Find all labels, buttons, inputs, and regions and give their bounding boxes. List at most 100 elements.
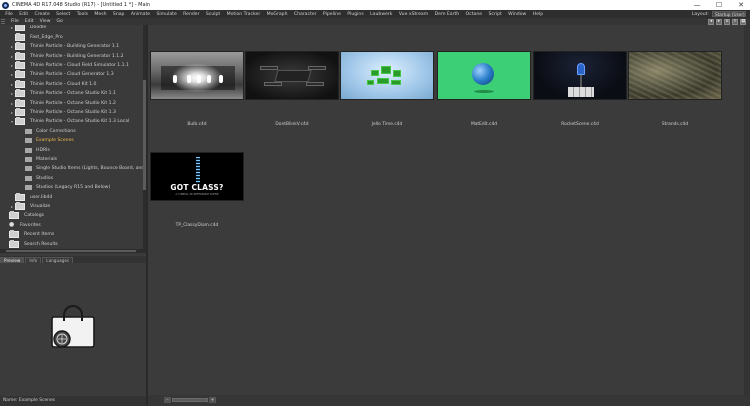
tree-item[interactable]: Catalogs bbox=[4, 211, 44, 220]
menu-sculpt[interactable]: Sculpt bbox=[203, 12, 224, 17]
folder-icon bbox=[15, 42, 25, 51]
menu-file[interactable]: File bbox=[2, 12, 16, 17]
tree-item[interactable]: user.lib4d bbox=[10, 192, 52, 201]
thumbnail-size-slider[interactable] bbox=[172, 398, 208, 402]
tree-item[interactable]: Fast_Edge_Pro bbox=[10, 32, 63, 41]
file-thumbnail[interactable]: Strands.c4d bbox=[628, 51, 722, 127]
tree-item-label: Thinie Particle - Building Generator 1.1 bbox=[30, 44, 120, 50]
tree-item[interactable]: ▸ Visualize bbox=[10, 201, 50, 211]
menu-mograph[interactable]: MoGraph bbox=[263, 12, 290, 17]
tree-item[interactable]: Color Corrections bbox=[20, 127, 76, 136]
tree-item-label: Thinie Particle - Octane Studio Kit 1.2 bbox=[30, 100, 116, 106]
browser-menu-view[interactable]: View bbox=[37, 19, 54, 24]
menu-animate[interactable]: Animate bbox=[128, 12, 154, 17]
menu-tools[interactable]: Tools bbox=[74, 12, 92, 17]
file-thumbnail[interactable]: RocketScene.c4d bbox=[533, 51, 627, 127]
file-thumbnail[interactable]: Bulb.c4d bbox=[150, 51, 244, 127]
menu-dem-earth[interactable]: Dem Earth bbox=[431, 12, 462, 17]
back-icon[interactable]: ◂ bbox=[708, 18, 714, 25]
window-title: CINEMA 4D R17.048 Studio (R17) - [Untitl… bbox=[12, 2, 151, 8]
file-thumbnail[interactable]: DontBlinkV.c4d bbox=[245, 51, 339, 127]
expand-arrow-icon[interactable]: ▸ bbox=[10, 204, 14, 209]
tree-item-label: Studios bbox=[36, 175, 54, 181]
file-thumbnail[interactable]: GOT CLASS? A CINEMA 4D REFERENCE SCENE TP_… bbox=[150, 152, 244, 228]
grass-thumbnail-image bbox=[340, 51, 434, 100]
file-name-label: DontBlinkV.c4d bbox=[275, 122, 309, 127]
file-thumbnail[interactable]: MatEdit.c4d bbox=[437, 51, 531, 127]
file-thumbnail[interactable]: Jello Time.c4d bbox=[340, 51, 434, 127]
folder-icon bbox=[15, 79, 25, 88]
tree-item[interactable]: ▸ Thinie Particle - Cloud Kit 1.0 bbox=[10, 79, 96, 89]
tree-item[interactable]: Materials bbox=[20, 155, 57, 164]
tree-item[interactable]: ▸ Thinie Particle - Octane Studio Kit 1.3 bbox=[10, 107, 116, 117]
tree-item[interactable]: Recent Items bbox=[4, 230, 54, 239]
tree-item[interactable]: ▸ Thinie Particle - Building Generator 1.… bbox=[10, 42, 119, 51]
menu-laubwerk[interactable]: Laubwerk bbox=[367, 12, 396, 17]
layout-dropdown[interactable]: Startup (User) bbox=[712, 11, 746, 17]
tree-item[interactable]: HDRIs bbox=[20, 145, 50, 154]
tree-item[interactable]: Example Scenes bbox=[20, 136, 74, 145]
home-icon[interactable]: ⌂ bbox=[724, 18, 730, 25]
folder-icon bbox=[15, 89, 25, 98]
tree-item[interactable]: ▸ Thinie Particle - Cloud Generator 1.3 bbox=[10, 70, 114, 79]
menu-mesh[interactable]: Mesh bbox=[91, 12, 109, 17]
menu-vue-xstream[interactable]: Vue xStream bbox=[396, 12, 432, 17]
tree-item[interactable]: Single Studio Items (Lights, Bounce Boar… bbox=[20, 164, 146, 173]
panel-grip-icon[interactable] bbox=[1, 19, 5, 24]
menu-create[interactable]: Create bbox=[31, 12, 53, 17]
zoom-in-button[interactable]: + bbox=[209, 397, 216, 403]
menu-character[interactable]: Character bbox=[291, 12, 320, 17]
tree-item[interactable]: ● Favorites bbox=[4, 221, 41, 230]
tree-item[interactable]: Studios (Legacy R15 and Below) bbox=[20, 183, 110, 192]
grid-vertical-scrollbar[interactable] bbox=[744, 25, 750, 395]
menu-plugins[interactable]: Plugins bbox=[344, 12, 367, 17]
menu-script[interactable]: Script bbox=[485, 12, 505, 17]
menu-motion-tracker[interactable]: Motion Tracker bbox=[223, 12, 263, 17]
expand-arrow-icon[interactable]: ▸ bbox=[10, 110, 14, 115]
tree-item[interactable]: Search Results bbox=[4, 239, 58, 248]
tree-item[interactable]: ▸ Thinie Particle - Octane Studio Kit 1.1 bbox=[10, 89, 116, 98]
tree-item[interactable]: ▸ Thinie Particle - Cloud Field Simulator… bbox=[10, 60, 129, 70]
forward-icon[interactable]: ▸ bbox=[716, 18, 722, 25]
menu-render[interactable]: Render bbox=[180, 12, 203, 17]
expand-arrow-icon[interactable]: ▸ bbox=[10, 82, 14, 87]
browser-menu-go[interactable]: Go bbox=[54, 19, 66, 24]
expand-arrow-icon[interactable]: ▸ bbox=[10, 54, 14, 59]
menu-select[interactable]: Select bbox=[53, 12, 74, 17]
expand-arrow-icon[interactable]: ▸ bbox=[10, 72, 14, 77]
expand-arrow-icon[interactable]: ▾ bbox=[10, 119, 14, 124]
layout-label: Layout: bbox=[691, 11, 709, 17]
menu-pipeline[interactable]: Pipeline bbox=[320, 12, 344, 17]
window-controls: — ☐ ✕ bbox=[692, 0, 746, 10]
menu-simulate[interactable]: Simulate bbox=[153, 12, 180, 17]
folder-icon bbox=[15, 25, 25, 32]
tree-item[interactable]: ▸ Doodle bbox=[10, 25, 46, 32]
expand-arrow-icon[interactable]: ▸ bbox=[10, 101, 14, 106]
tree-item[interactable]: ▾ Thinie Particle - Octane Studio Kit 1.3… bbox=[10, 117, 129, 126]
zoom-out-button[interactable]: – bbox=[164, 397, 171, 403]
browser-menu-file[interactable]: File bbox=[8, 19, 22, 24]
file-name-label: Strands.c4d bbox=[661, 122, 689, 127]
browser-menu-edit[interactable]: Edit bbox=[22, 19, 37, 24]
expand-arrow-icon[interactable]: ▸ bbox=[10, 44, 14, 49]
menu-snap[interactable]: Snap bbox=[110, 12, 128, 17]
expand-arrow-icon[interactable]: ▸ bbox=[10, 25, 14, 30]
file-name-label: Bulb.c4d bbox=[187, 122, 207, 127]
expand-arrow-icon[interactable]: ▸ bbox=[10, 63, 14, 68]
menu-help[interactable]: Help bbox=[529, 12, 546, 17]
tree-item[interactable]: Studios bbox=[20, 174, 53, 183]
view-mode-icon[interactable]: ▦ bbox=[740, 18, 746, 25]
menu-window[interactable]: Window bbox=[505, 12, 530, 17]
search-icon[interactable]: ⌕ bbox=[732, 18, 738, 25]
minimize-button[interactable]: — bbox=[692, 0, 702, 10]
tree-hscroll-thumb[interactable] bbox=[6, 250, 136, 252]
menu-edit[interactable]: Edit bbox=[16, 12, 31, 17]
browser-toolbar: ◂ ▸ ⌂ ⌕ ▦ bbox=[708, 18, 746, 25]
got-class-subtitle: A CINEMA 4D REFERENCE SCENE bbox=[175, 193, 219, 196]
maximize-button[interactable]: ☐ bbox=[714, 0, 724, 10]
tree-item[interactable]: ▸ Thinie Particle - Octane Studio Kit 1.2 bbox=[10, 98, 116, 107]
close-button[interactable]: ✕ bbox=[736, 0, 746, 10]
tree-item[interactable]: ▸ Thinie Particle - Building Generator 1.… bbox=[10, 51, 124, 60]
menu-octane[interactable]: Octane bbox=[462, 12, 485, 17]
expand-arrow-icon[interactable]: ▸ bbox=[10, 91, 14, 96]
